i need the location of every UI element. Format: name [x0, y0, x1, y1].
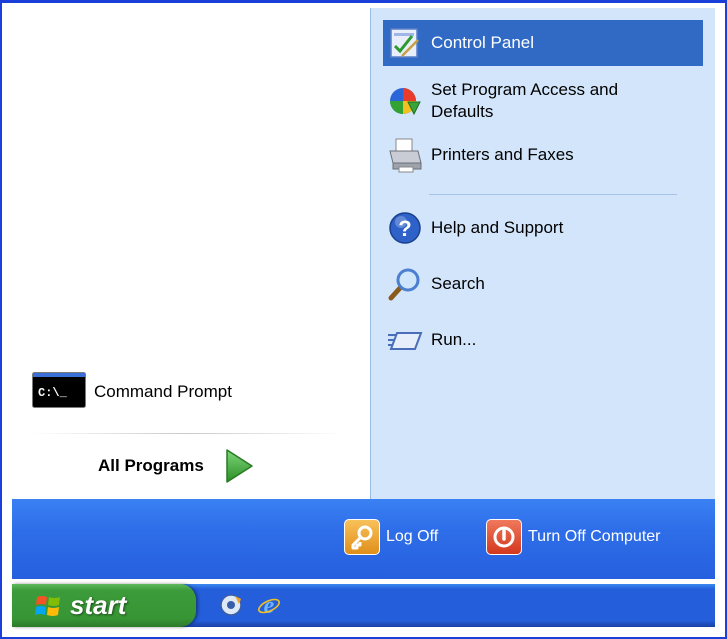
printers-faxes-label: Printers and Faxes: [431, 145, 574, 164]
svg-text:e: e: [264, 593, 275, 617]
all-programs-button[interactable]: All Programs: [98, 446, 258, 486]
program-access-icon: [383, 79, 427, 123]
log-off-button[interactable]: Log Off: [344, 517, 438, 557]
menu-item-control-panel[interactable]: Control Panel: [383, 20, 703, 66]
windows-logo-icon: [34, 593, 62, 619]
power-icon: [486, 519, 522, 555]
control-panel-icon: [383, 21, 427, 65]
turn-off-computer-button[interactable]: Turn Off Computer: [486, 517, 661, 557]
svg-text:?: ?: [398, 216, 411, 241]
run-icon: [383, 318, 427, 362]
control-panel-label: Control Panel: [431, 33, 535, 52]
media-icon[interactable]: [218, 592, 244, 618]
run-label: Run...: [431, 330, 477, 349]
start-menu-right-column: Control Panel Set Program Access and Def…: [370, 8, 715, 499]
menu-item-run[interactable]: Run...: [383, 316, 703, 364]
search-icon: [383, 262, 427, 306]
start-label: start: [70, 590, 127, 620]
start-button[interactable]: start: [12, 584, 196, 627]
start-menu-bottom-bar: Log Off Turn Off Computer: [12, 499, 715, 579]
menu-item-help-support[interactable]: ? Help and Support: [383, 204, 703, 252]
program-access-label: Set Program Access and Defaults: [431, 80, 619, 121]
menu-item-search[interactable]: Search: [383, 260, 703, 308]
left-separator: [30, 433, 344, 434]
menu-item-program-access[interactable]: Set Program Access and Defaults: [383, 74, 703, 128]
green-arrow-icon: [224, 446, 258, 486]
key-icon: [344, 519, 380, 555]
search-label: Search: [431, 274, 485, 293]
command-prompt-icon: C:\_: [32, 371, 86, 413]
start-menu-left-column: C:\_ Command Prompt All Programs: [12, 8, 370, 499]
log-off-label: Log Off: [386, 528, 439, 545]
menu-item-printers-faxes[interactable]: Printers and Faxes: [383, 132, 703, 178]
pinned-item-command-prompt[interactable]: C:\_ Command Prompt: [32, 364, 352, 420]
right-separator: [429, 194, 677, 195]
internet-explorer-icon[interactable]: e: [256, 592, 282, 618]
svg-text:C:\_: C:\_: [38, 386, 68, 400]
taskbar: start e: [12, 584, 715, 627]
command-prompt-label: Command Prompt: [94, 382, 232, 401]
printer-icon: [383, 133, 427, 177]
all-programs-label: All Programs: [98, 456, 204, 475]
turn-off-computer-label: Turn Off Computer: [528, 528, 661, 545]
help-support-label: Help and Support: [431, 218, 564, 237]
help-icon: ?: [383, 206, 427, 250]
